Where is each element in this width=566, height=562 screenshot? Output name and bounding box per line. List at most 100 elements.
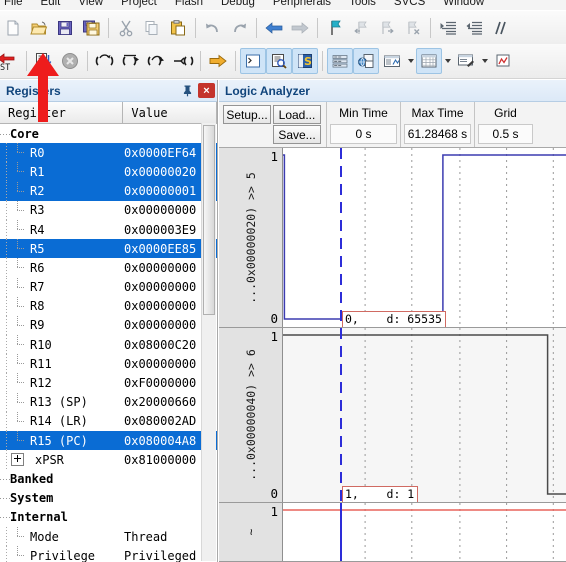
- grid-value[interactable]: 0.5 s: [478, 124, 533, 144]
- menu-item-project[interactable]: Project: [112, 0, 166, 10]
- logic-analyzer-waveform-area[interactable]: ...0x00000020) >> 5 1 0 0, d: 65535 ...0x000…: [219, 148, 566, 562]
- register-row-name-cell: System: [0, 491, 124, 505]
- reset-icon[interactable]: ST: [0, 48, 22, 74]
- close-icon[interactable]: ×: [198, 83, 215, 98]
- registers-vertical-scrollbar[interactable]: [201, 123, 216, 561]
- register-row[interactable]: Internal: [0, 508, 217, 527]
- redo-icon[interactable]: [226, 15, 252, 41]
- register-row[interactable]: R2 0x00000001: [0, 181, 217, 201]
- max-time-value[interactable]: 61.28468 s: [404, 124, 471, 144]
- register-row[interactable]: R1 0x00000020: [0, 162, 217, 182]
- watch-windows-dropdown-icon[interactable]: [405, 48, 416, 74]
- cut-icon[interactable]: [113, 15, 139, 41]
- register-row[interactable]: R6 0x00000000: [0, 258, 217, 278]
- register-row-name-cell: R6: [0, 258, 124, 278]
- memory-windows-dropdown-icon[interactable]: [442, 48, 453, 74]
- register-row[interactable]: R0 0x0000EF64: [0, 143, 217, 163]
- pin-icon[interactable]: [179, 83, 195, 99]
- menu-item-tools[interactable]: Tools: [340, 0, 385, 10]
- scrollbar-thumb[interactable]: [203, 125, 215, 315]
- menu-item-edit[interactable]: Edit: [32, 0, 70, 10]
- serial-windows-dropdown-icon[interactable]: [479, 48, 490, 74]
- copy-icon[interactable]: [139, 15, 165, 41]
- register-row[interactable]: System: [0, 489, 217, 508]
- watch-windows-icon[interactable]: [379, 48, 405, 74]
- navigate-forward-icon[interactable]: [287, 15, 313, 41]
- menu-item-peripherals[interactable]: Peripherals: [264, 0, 340, 10]
- comment-icon[interactable]: [487, 15, 513, 41]
- save-button[interactable]: Save...: [273, 125, 321, 144]
- run-to-line-icon[interactable]: [170, 48, 196, 74]
- bookmark-clear-icon[interactable]: [400, 15, 426, 41]
- open-file-icon[interactable]: [26, 15, 52, 41]
- call-stack-window-icon[interactable]: [353, 48, 379, 74]
- run-to-cursor-icon[interactable]: [31, 48, 57, 74]
- register-row[interactable]: R14 (LR) 0x080002AD: [0, 411, 217, 431]
- register-row[interactable]: Mode Thread: [0, 526, 217, 547]
- bookmark-prev-icon[interactable]: [348, 15, 374, 41]
- menu-item-window[interactable]: Window: [434, 0, 493, 10]
- registers-tree[interactable]: Core R0 0x0000EF64 R1 0x00000020 R2 0x00000001…: [0, 124, 217, 562]
- setup-button[interactable]: Setup...: [223, 105, 271, 124]
- menu-item-view[interactable]: View: [69, 0, 112, 10]
- signal-track[interactable]: ...0x00000040) >> 6 1 0 1, d: 1: [219, 328, 566, 503]
- outdent-icon[interactable]: [461, 15, 487, 41]
- register-row[interactable]: R13 (SP) 0x20000660: [0, 392, 217, 412]
- register-row[interactable]: R7 0x00000000: [0, 277, 217, 297]
- register-row[interactable]: Core: [0, 124, 217, 143]
- register-row[interactable]: Privilege Privileged: [0, 546, 217, 562]
- signal-expression-label: ...0x00000040) >> 6: [243, 349, 258, 481]
- command-window-icon[interactable]: [240, 48, 266, 74]
- bookmark-toggle-icon[interactable]: [322, 15, 348, 41]
- indent-icon[interactable]: [435, 15, 461, 41]
- step-into-icon[interactable]: [92, 48, 118, 74]
- signal-canvas[interactable]: [283, 503, 566, 561]
- register-row[interactable]: R15 (PC) 0x080004A8: [0, 431, 217, 451]
- register-row[interactable]: xPSR 0x81000000: [0, 450, 217, 470]
- signal-track[interactable]: ~1: [219, 503, 566, 562]
- register-row[interactable]: R9 0x00000000: [0, 315, 217, 336]
- stop-icon[interactable]: [57, 48, 83, 74]
- register-name-label: Internal: [10, 510, 68, 525]
- new-file-icon[interactable]: [0, 15, 26, 41]
- memory-windows-icon[interactable]: [416, 48, 442, 74]
- min-time-value[interactable]: 0 s: [330, 124, 397, 144]
- register-row[interactable]: R11 0x00000000: [0, 354, 217, 374]
- save-icon[interactable]: [52, 15, 78, 41]
- save-all-icon[interactable]: [78, 15, 104, 41]
- register-row[interactable]: R3 0x00000000: [0, 200, 217, 220]
- menu-item-file[interactable]: File: [0, 0, 32, 10]
- register-row[interactable]: R12 0xF0000000: [0, 373, 217, 393]
- column-header-register[interactable]: Register: [0, 102, 124, 123]
- step-over-icon[interactable]: [118, 48, 144, 74]
- column-header-value[interactable]: Value: [123, 102, 217, 123]
- register-name-label: R10: [30, 337, 52, 352]
- navigate-back-icon[interactable]: [261, 15, 287, 41]
- serial-windows-icon[interactable]: [453, 48, 479, 74]
- analysis-windows-icon[interactable]: [490, 48, 516, 74]
- paste-icon[interactable]: [165, 15, 191, 41]
- register-row[interactable]: R10 0x08000C20: [0, 335, 217, 355]
- register-row[interactable]: R4 0x000003E9: [0, 219, 217, 240]
- load-button[interactable]: Load...: [273, 105, 321, 124]
- register-row[interactable]: R5 0x0000EE85: [0, 239, 217, 259]
- step-out-icon[interactable]: [144, 48, 170, 74]
- signal-canvas[interactable]: [283, 148, 566, 327]
- menu-item-debug[interactable]: Debug: [212, 0, 264, 10]
- signal-canvas[interactable]: [283, 328, 566, 502]
- toolbar-separator: [200, 51, 201, 71]
- symbols-window-icon[interactable]: S: [292, 48, 318, 74]
- show-next-statement-icon[interactable]: [205, 48, 231, 74]
- menu-item-svcs[interactable]: SVCS: [385, 0, 434, 10]
- signal-track[interactable]: ...0x00000020) >> 5 1 0 0, d: 65535: [219, 148, 566, 328]
- register-name-label: Privilege: [30, 548, 96, 562]
- expand-icon[interactable]: [11, 453, 24, 467]
- registers-window-icon[interactable]: [327, 48, 353, 74]
- menu-item-flash[interactable]: Flash: [166, 0, 212, 10]
- undo-icon[interactable]: [200, 15, 226, 41]
- register-row-name-cell: R8: [0, 296, 124, 316]
- bookmark-next-icon[interactable]: [374, 15, 400, 41]
- register-row[interactable]: R8 0x00000000: [0, 296, 217, 316]
- register-row[interactable]: Banked: [0, 469, 217, 488]
- disassembly-window-icon[interactable]: [266, 48, 292, 74]
